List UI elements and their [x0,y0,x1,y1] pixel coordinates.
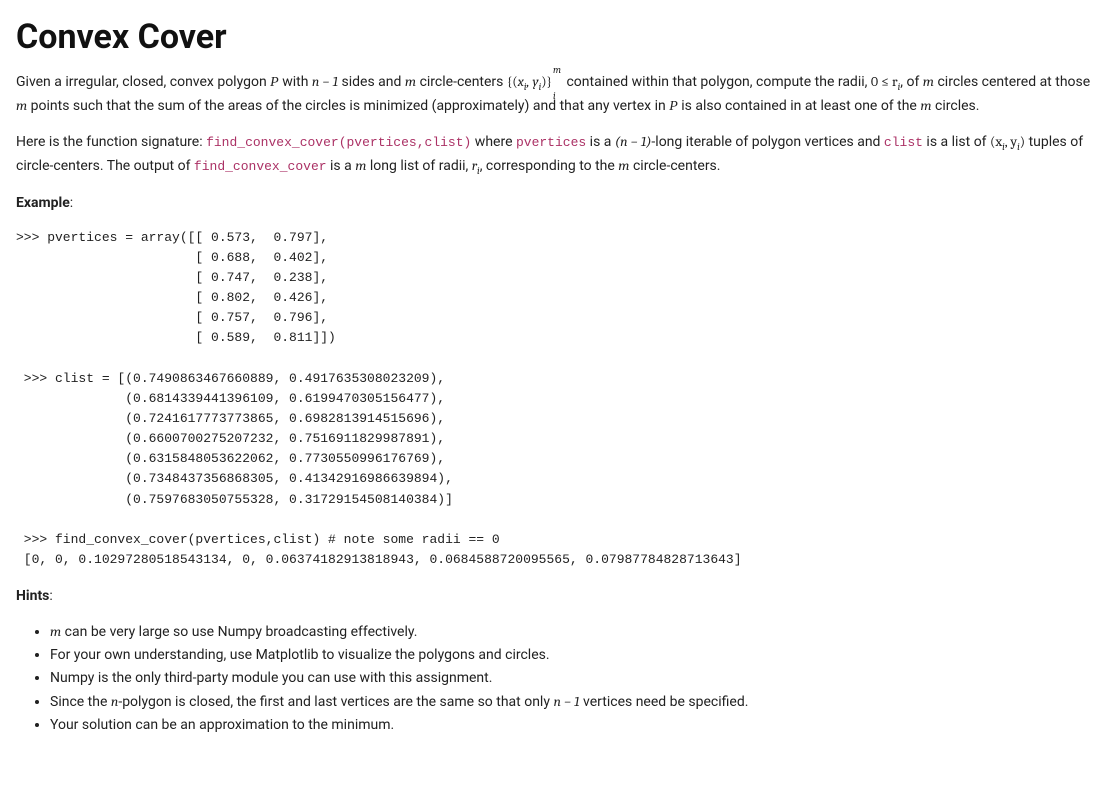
hint-item-1: m can be very large so use Numpy broadca… [50,621,1099,643]
math-ineq: 0 ≤ ri [871,73,900,90]
text: points such that the sum of the areas of… [27,98,669,114]
hints-list: m can be very large so use Numpy broadca… [16,621,1099,736]
text: with [279,74,312,90]
math-m: m [618,157,629,174]
text: is also contained in at least one of the [678,98,921,114]
text: circle-centers [416,74,507,90]
text: sides and [338,74,405,90]
code-fn: find_convex_cover [194,159,327,174]
text: circles. [932,98,980,114]
text: , corresponding to the [480,158,619,174]
page-title: Convex Cover [16,12,1099,63]
math-m: m [50,623,61,640]
math-m: m [405,73,416,90]
text: Given a irregular, closed, convex polygo… [16,74,270,90]
text: -polygon is closed, the first and last v… [118,694,553,710]
text: , of [900,74,923,90]
text: circle-centers. [629,158,720,174]
intro-paragraph-1: Given a irregular, closed, convex polygo… [16,71,1099,117]
math-m: m [16,97,27,114]
math-m: m [923,73,934,90]
math-m: m [920,97,931,114]
math-n-minus-1: n − 1 [553,693,579,710]
polygon-symbol: P [270,75,279,90]
math-n-minus-1-paren: (n − 1) [615,133,652,150]
text: -long iterable of polygon vertices and [651,134,884,150]
text: circles centered at those [934,74,1090,90]
text: where [471,134,516,150]
hint-item-2: For your own understanding, use Matplotl… [50,645,1099,666]
text: Since the [50,694,111,710]
text: can be very large so use Numpy broadcast… [61,624,417,640]
signature-paragraph: Here is the function signature: find_con… [16,131,1099,179]
hint-item-3: Numpy is the only third-party module you… [50,668,1099,689]
math-tuple: (xi, yi) [990,133,1025,150]
hint-item-4: Since the n-polygon is closed, the first… [50,691,1099,713]
code-fn-signature: find_convex_cover(pvertices,clist) [206,135,471,150]
text: long list of radii, [366,158,471,174]
text: contained within that polygon, compute t… [563,74,871,90]
hints-label: Hints: [16,586,1099,607]
text: is a [586,134,615,150]
code-block-example: >>> pvertices = array([[ 0.573, 0.797], … [16,228,1099,570]
text: vertices need be specified. [580,694,749,710]
text: is a [327,158,356,174]
math-r: ri [472,157,480,174]
math-m: m [355,157,366,174]
math-set: {(xi, yi)}mi [507,73,563,90]
example-label: Example: [16,193,1099,214]
text: is a list of [923,134,990,150]
text: Here is the function signature: [16,134,206,150]
code-clist: clist [884,135,923,150]
math-n-minus-1: n − 1 [312,73,338,90]
code-pvertices: pvertices [516,135,586,150]
hint-item-5: Your solution can be an approximation to… [50,715,1099,736]
polygon-symbol: P [669,99,678,114]
